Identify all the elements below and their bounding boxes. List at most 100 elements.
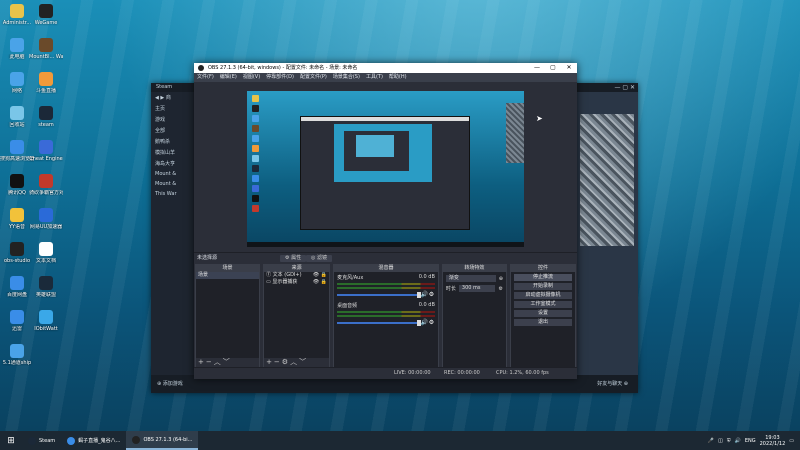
stop-streaming-button[interactable]: 停止推流 [513,274,572,281]
obs-menubar: 文件(F) 编辑(E) 视图(V) 停靠部件(D) 配置文件(P) 场景集合(S) 工具(T… [194,73,577,82]
menu-item[interactable]: 文件(F) [194,73,217,82]
desktop-icon-label: Cheat Engine [29,156,63,162]
desktop-icon[interactable]: Cheat Engine [29,140,63,162]
mixer-desktop[interactable]: 桌面音频 0.0 dB 🔊 ⚙ [334,300,438,328]
friends-chat-button[interactable]: 好友与聊天 ⊕ [597,380,628,387]
desktop-icon[interactable]: 5.1通道ship [0,344,34,366]
properties-button[interactable]: ⚙ 属性 [280,255,307,262]
start-recording-button[interactable]: 开始录制 [513,283,572,290]
windows-start-icon[interactable]: ⊞ [0,436,22,446]
app-icon [10,38,24,52]
sources-title: 来源 [264,265,330,272]
steam-library-item[interactable]: 鹅鸭杀 [151,136,196,147]
gear-icon[interactable]: ⚙ [498,286,502,292]
desktop-icon[interactable]: 骑砍争霸官方对战平台 [29,174,63,196]
steam-library-item[interactable]: 模拟山羊 [151,147,196,158]
gear-icon[interactable]: ⚙ [428,291,435,298]
taskbar: ⊞ Steam 蝎子直播_鬼谷八... OBS 27.1.3 (64-bi... 🎤… [0,431,800,450]
menu-item[interactable]: 编辑(E) [217,73,240,82]
desktop-icon[interactable]: WeGame [29,4,63,26]
app-icon [28,436,36,445]
speaker-icon[interactable]: 🔊 [421,319,428,326]
steam-window-controls[interactable]: — ▢ ✕ [576,83,638,92]
desktop-icon-label: WeGame [34,20,58,26]
mixer-mic[interactable]: 麦克风/Aux 0.0 dB 🔊 ⚙ [334,272,438,300]
speaker-icon[interactable]: 🔊 [421,291,428,298]
scenes-dock: 场景 场景 +−︿﹀ [195,264,261,368]
virtual-camera-button[interactable]: 启动虚拟摄像机 [513,292,572,299]
app-icon [67,436,76,445]
menu-item[interactable]: 视图(V) [240,73,263,82]
steam-sidebar[interactable]: ◀ ▶ 商 主页 游戏 全部 鹅鸭杀 模拟山羊 海岛大亨 Mount & Mount & Thi… [151,92,196,393]
sources-toolbar[interactable]: +−⚙︿﹀ [264,358,330,367]
transition-select[interactable]: 渐变 [445,275,496,282]
desktop-icon-label: 文本文档 [35,258,56,264]
no-source-label: 未选择源 [197,255,218,261]
desktop-icon[interactable]: steam [29,106,63,128]
desktop-icon[interactable]: 文本文档 [29,242,63,264]
menu-item[interactable]: 帮助(H) [386,73,410,82]
desktop-icon[interactable]: 斗鱼直播 [29,72,63,94]
obs-logo-icon [198,65,204,71]
notification-icon[interactable]: ▭ [789,438,794,444]
steam-library-item[interactable]: 游戏 [151,114,196,125]
taskbar-app[interactable]: OBS 27.1.3 (64-bi... [126,431,199,450]
desktop-icon[interactable]: IObitWatt [29,310,63,332]
scenes-toolbar[interactable]: +−︿﹀ [196,358,260,367]
shield-icon[interactable]: ⛨ [727,438,731,444]
desktop-icon-label: IObitWatt [34,326,58,332]
app-icon [39,140,53,154]
desktop-icon[interactable]: MountBl... Warband [29,38,63,60]
add-game-button[interactable]: ⊕ 添加游戏 [157,380,183,387]
steam-library-item[interactable]: 主页 [151,103,196,114]
network-icon[interactable]: ◫ [718,438,723,444]
app-icon [10,174,24,188]
transitions-title: 转场特效 [442,265,506,272]
steam-library-item[interactable]: 全部 [151,125,196,136]
menu-item[interactable]: 停靠部件(D) [263,73,297,82]
obs-window[interactable]: OBS 27.1.3 (64-bit, windows) - 配置文件: 未命名… [194,63,577,379]
minimize-icon[interactable]: — [529,63,545,73]
source-item[interactable]: Ⓣ 文本 (GDI+) 👁 🔒 [264,272,329,279]
exit-button[interactable]: 退出 [513,319,572,326]
app-icon [39,4,53,18]
volume-icon[interactable]: 🔊 [735,438,741,444]
steam-library-item[interactable]: This War [151,189,196,199]
preview-canvas[interactable] [247,91,524,247]
taskbar-app[interactable]: Steam [22,431,61,450]
menu-item[interactable]: 工具(T) [363,73,386,82]
filters-button[interactable]: ◎ 滤镜 [306,255,332,262]
app-icon [39,72,53,86]
maximize-icon[interactable]: ▢ [545,63,561,73]
app-icon [39,242,53,256]
settings-button[interactable]: 设置 [513,310,572,317]
add-icon[interactable]: ⊕ [499,276,503,282]
desktop-icon[interactable]: 网易UU加速器 [29,208,63,230]
language-indicator[interactable]: ENG [745,438,756,444]
steam-library-item[interactable]: Mount & [151,179,196,189]
source-item[interactable]: ▭ 显示器捕获 👁 🔒 [264,279,329,286]
studio-mode-button[interactable]: 工作室模式 [513,301,572,308]
desktop-icon-label: 网易UU加速器 [29,224,63,230]
duration-input[interactable]: 300 ms [458,285,496,292]
mic-icon[interactable]: 🎤 [708,438,714,444]
app-icon [10,4,24,18]
scenes-title: 场景 [196,265,260,272]
menu-item[interactable]: 配置文件(P) [297,73,330,82]
nested-obs-preview [300,116,470,230]
desktop-icon-label: 斗鱼直播 [35,88,56,94]
clock[interactable]: 19:03 2022/1/12 [760,435,786,447]
scene-item[interactable]: 场景 [196,272,260,279]
obs-statusbar: LIVE: 00:00:00 REC: 00:00:00 CPU: 1.2%, … [194,367,577,379]
preview-desktop-icons [250,95,264,215]
desktop-icon-label: 英雄联盟 [35,292,56,298]
desktop-icon[interactable]: 英雄联盟 [29,276,63,298]
steam-nav[interactable]: ◀ ▶ 商 [151,92,196,103]
close-icon[interactable]: ✕ [561,63,577,73]
steam-library-item[interactable]: Mount & [151,169,196,179]
gear-icon[interactable]: ⚙ [428,319,435,326]
app-icon [132,435,141,444]
taskbar-app[interactable]: 蝎子直播_鬼谷八... [61,431,126,450]
menu-item[interactable]: 场景集合(S) [330,73,363,82]
steam-library-item[interactable]: 海岛大亨 [151,158,196,169]
